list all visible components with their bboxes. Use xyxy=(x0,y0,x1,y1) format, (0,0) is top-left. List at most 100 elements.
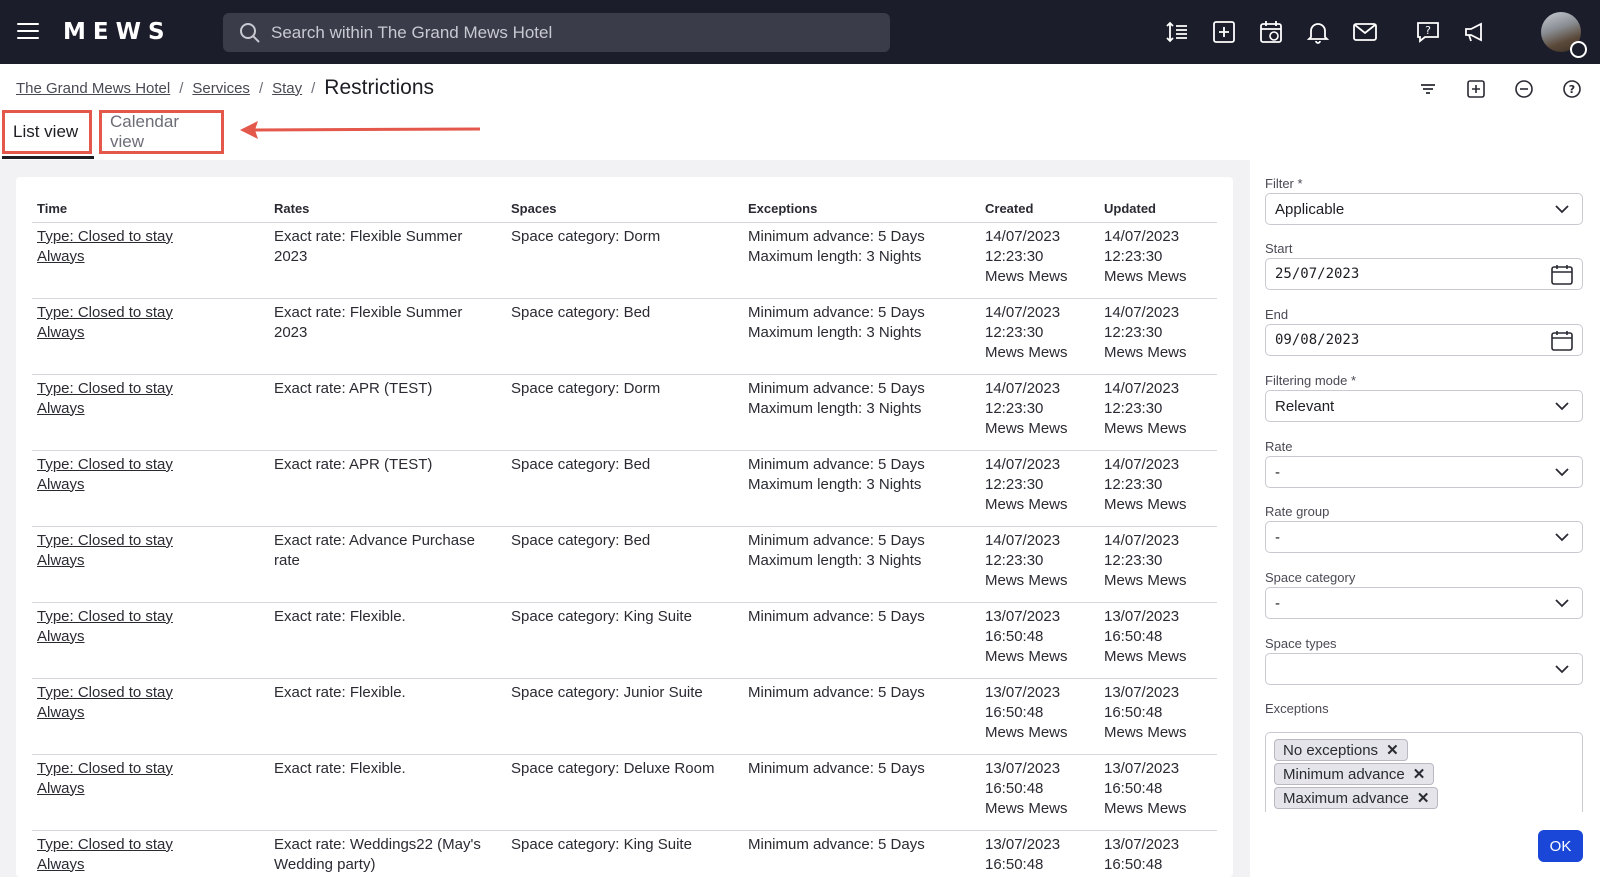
table-row[interactable]: Type: Closed to stay Always Exact rate: AP… xyxy=(32,374,1217,451)
bell-icon[interactable] xyxy=(1305,19,1331,45)
column-header-exceptions[interactable]: Exceptions xyxy=(743,193,980,223)
restriction-period-link[interactable]: Always xyxy=(37,247,264,267)
table-row[interactable]: Type: Closed to stay Always Exact rate: Ad… xyxy=(32,526,1217,603)
remove-icon[interactable] xyxy=(1513,78,1535,100)
avatar[interactable] xyxy=(1541,12,1587,58)
space-category-select[interactable]: - xyxy=(1265,587,1583,619)
search-bar[interactable] xyxy=(223,13,890,52)
exception-text: Minimum advance: 5 Days xyxy=(748,379,925,397)
rates-cell: Exact rate: Weddings22 (May's Wedding par… xyxy=(269,830,506,877)
calendar-icon[interactable] xyxy=(1550,264,1574,286)
help-icon[interactable]: ? xyxy=(1561,78,1583,100)
restriction-period-link[interactable]: Always xyxy=(37,703,264,723)
updated-cell: 14/07/2023 12:23:30 Mews Mews xyxy=(1099,222,1217,299)
table-row[interactable]: Type: Closed to stay Always Exact rate: Fl… xyxy=(32,678,1217,755)
calendar-icon[interactable] xyxy=(1550,330,1574,352)
restriction-period-link[interactable]: Always xyxy=(37,323,264,343)
ok-button[interactable]: OK xyxy=(1538,830,1583,862)
filter-panel: Filter * Applicable Start 25/07/2023 End… xyxy=(1250,160,1600,877)
mail-icon[interactable] xyxy=(1352,19,1378,45)
updated-user: Mews Mews xyxy=(1104,571,1187,589)
calendar-clock-icon[interactable] xyxy=(1258,19,1284,45)
restriction-period-link[interactable]: Always xyxy=(37,399,264,419)
active-tab-indicator xyxy=(2,156,94,159)
exception-text: Minimum advance: 5 Days xyxy=(748,227,925,245)
space-category-label: Space category xyxy=(1265,570,1356,585)
exceptions-multiselect[interactable]: No exceptions ✕ Minimum advance ✕ Maximum … xyxy=(1265,732,1583,812)
breadcrumb-services[interactable]: Services xyxy=(192,80,250,97)
restriction-type-link[interactable]: Type: Closed to stay xyxy=(37,303,264,323)
updated-date: 13/07/2023 xyxy=(1104,683,1180,701)
updated-cell: 14/07/2023 12:23:30 Mews Mews xyxy=(1099,298,1217,375)
sort-icon[interactable] xyxy=(1164,19,1190,45)
updated-date: 13/07/2023 xyxy=(1104,607,1180,625)
restriction-period-link[interactable]: Always xyxy=(37,627,264,647)
search-icon xyxy=(240,23,260,43)
spaces-cell: Space category: Bed xyxy=(506,526,743,603)
exceptions-cell: Minimum advance: 5 Days xyxy=(743,678,980,755)
column-header-rates[interactable]: Rates xyxy=(269,193,506,223)
breadcrumb-separator: / xyxy=(258,79,264,97)
restriction-period-link[interactable]: Always xyxy=(37,475,264,495)
restriction-type-link[interactable]: Type: Closed to stay xyxy=(37,835,264,855)
column-header-spaces[interactable]: Spaces xyxy=(506,193,743,223)
tab-calendar-view[interactable]: Calendar view xyxy=(99,110,224,154)
help-chat-icon[interactable]: ? xyxy=(1415,19,1441,45)
space-types-select[interactable] xyxy=(1265,653,1583,685)
filter-select[interactable]: Applicable xyxy=(1265,193,1583,225)
logo[interactable]: MEWS xyxy=(63,16,172,48)
column-header-updated[interactable]: Updated xyxy=(1099,193,1217,223)
filtering-mode-select[interactable]: Relevant xyxy=(1265,390,1583,422)
search-input[interactable] xyxy=(271,13,871,52)
filter-label: Filter * xyxy=(1265,176,1303,191)
restriction-type-link[interactable]: Type: Closed to stay xyxy=(37,379,264,399)
table-header-row: Time Rates Spaces Exceptions Created Upd… xyxy=(32,193,1217,223)
restriction-type-link[interactable]: Type: Closed to stay xyxy=(37,455,264,475)
exception-text: Minimum advance: 5 Days xyxy=(748,531,925,549)
table-row[interactable]: Type: Closed to stay Always Exact rate: Fl… xyxy=(32,222,1217,299)
updated-user: Mews Mews xyxy=(1104,343,1187,361)
rate-text: Exact rate: Flexible. xyxy=(274,683,406,701)
filter-icon[interactable] xyxy=(1417,78,1439,100)
remove-chip-icon[interactable]: ✕ xyxy=(1386,741,1399,759)
announcement-icon[interactable] xyxy=(1462,19,1488,45)
updated-user: Mews Mews xyxy=(1104,495,1187,513)
remove-chip-icon[interactable]: ✕ xyxy=(1417,789,1430,807)
restriction-type-link[interactable]: Type: Closed to stay xyxy=(37,683,264,703)
table-row[interactable]: Type: Closed to stay Always Exact rate: We… xyxy=(32,830,1217,877)
updated-time: 16:50:48 xyxy=(1104,855,1163,873)
rate-text: Exact rate: Flexible. xyxy=(274,607,406,625)
space-text: Space category: Bed xyxy=(511,303,651,321)
created-date: 14/07/2023 xyxy=(985,303,1061,321)
menu-icon[interactable] xyxy=(17,23,39,41)
add-icon[interactable] xyxy=(1465,78,1487,100)
restriction-type-link[interactable]: Type: Closed to stay xyxy=(37,227,264,247)
updated-time: 16:50:48 xyxy=(1104,627,1163,645)
tab-list-view[interactable]: List view xyxy=(2,110,92,154)
breadcrumb-stay[interactable]: Stay xyxy=(272,80,302,97)
restriction-type-link[interactable]: Type: Closed to stay xyxy=(37,531,264,551)
chevron-down-icon xyxy=(1555,599,1569,608)
table-row[interactable]: Type: Closed to stay Always Exact rate: AP… xyxy=(32,450,1217,527)
column-header-time[interactable]: Time xyxy=(32,193,269,223)
restriction-type-link[interactable]: Type: Closed to stay xyxy=(37,607,264,627)
table-row[interactable]: Type: Closed to stay Always Exact rate: Fl… xyxy=(32,602,1217,679)
rate-select[interactable]: - xyxy=(1265,456,1583,488)
table-row[interactable]: Type: Closed to stay Always Exact rate: Fl… xyxy=(32,298,1217,375)
remove-chip-icon[interactable]: ✕ xyxy=(1413,765,1426,783)
restriction-period-link[interactable]: Always xyxy=(37,551,264,571)
rate-group-select[interactable]: - xyxy=(1265,521,1583,553)
updated-user: Mews Mews xyxy=(1104,419,1187,437)
add-icon[interactable] xyxy=(1211,19,1237,45)
breadcrumb-hotel[interactable]: The Grand Mews Hotel xyxy=(16,80,170,97)
table-row[interactable]: Type: Closed to stay Always Exact rate: Fl… xyxy=(32,754,1217,831)
start-date-field[interactable]: 25/07/2023 xyxy=(1265,258,1583,290)
column-header-created[interactable]: Created xyxy=(980,193,1099,223)
restriction-period-link[interactable]: Always xyxy=(37,855,264,875)
end-date-field[interactable]: 09/08/2023 xyxy=(1265,324,1583,356)
restriction-period-link[interactable]: Always xyxy=(37,779,264,799)
updated-user: Mews Mews xyxy=(1104,647,1187,665)
restriction-type-link[interactable]: Type: Closed to stay xyxy=(37,759,264,779)
updated-date: 14/07/2023 xyxy=(1104,227,1180,245)
spaces-cell: Space category: Dorm xyxy=(506,374,743,451)
